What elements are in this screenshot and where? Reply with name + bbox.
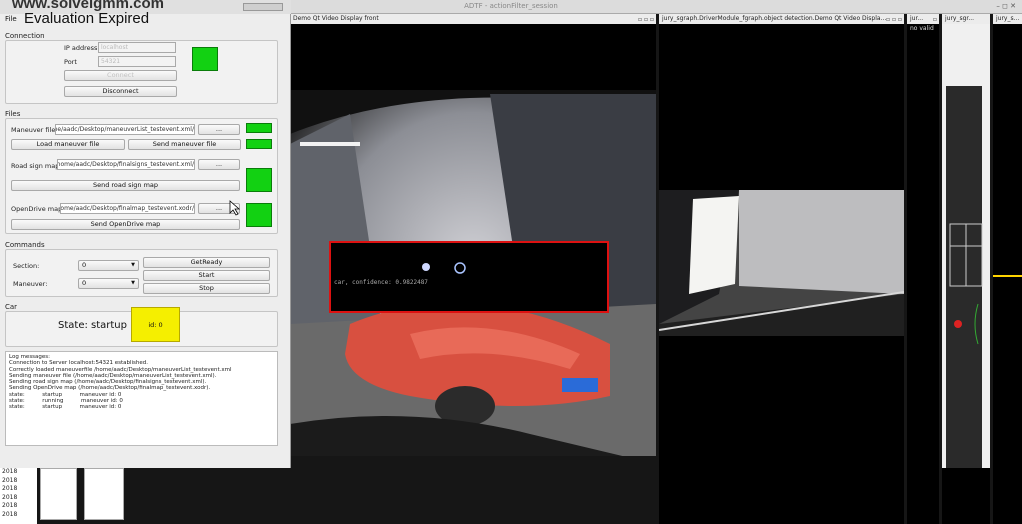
od-panel-title: jury_sgraph.DriverModule_fgraph.object d… xyxy=(662,15,887,22)
front-panel-title: Demo Qt Video Display front xyxy=(293,15,379,22)
start-button[interactable]: Start xyxy=(143,270,270,281)
maneuver-value: 0 xyxy=(82,279,87,287)
load-maneuver-button[interactable]: Load maneuver file xyxy=(11,139,125,150)
detection-label: car, confidence: 0.9822487 xyxy=(334,279,428,286)
stop-button[interactable]: Stop xyxy=(143,283,270,294)
tree-item[interactable]: 2018 xyxy=(0,477,37,486)
jury1-header: jur... ▫ xyxy=(907,14,939,24)
empty-list-1[interactable] xyxy=(40,468,77,520)
jury2-header: jury_sgr... xyxy=(942,14,990,24)
jury-panel-1: jur... ▫ no valid xyxy=(907,14,939,524)
window-buttons-icon[interactable]: – ◻ ✕ xyxy=(996,2,1016,10)
maneuver-sent-indicator xyxy=(246,139,272,149)
jury-control-window: www.solveigmm.com Evaluation Expired Fil… xyxy=(0,0,291,468)
files-group-label: Files xyxy=(5,110,21,118)
front-panel-header: Demo Qt Video Display front ▫ ▫ ▫ xyxy=(290,14,656,24)
send-opendrive-button[interactable]: Send OpenDrive map xyxy=(11,219,240,230)
jury1-title: jur... xyxy=(910,15,924,22)
connection-group-label: Connection xyxy=(5,32,45,40)
road-sign-input[interactable]: /home/aadc/Desktop/finalsigns_testevent.… xyxy=(57,159,195,170)
tree-item[interactable]: 2018 xyxy=(0,468,37,477)
jury3-image xyxy=(993,275,1022,277)
jury-panel-2: jury_sgr... xyxy=(942,14,990,524)
maneuver-file-input[interactable]: /home/aadc/Desktop/maneuverList_testeven… xyxy=(55,124,195,135)
session-tree[interactable]: 2018 2018 2018 2018 2018 2018 xyxy=(0,468,37,524)
section-label: Section: xyxy=(13,262,40,270)
jury1-status: no valid xyxy=(910,25,934,32)
ip-label: IP address xyxy=(64,44,98,52)
cursor-icon xyxy=(229,200,241,216)
commands-group-label: Commands xyxy=(5,241,45,249)
connection-status-indicator xyxy=(192,47,218,71)
port-label: Port xyxy=(64,58,77,66)
section-value: 0 xyxy=(82,261,87,269)
dropdown-arrow-icon: ▼ xyxy=(131,280,135,286)
log-line: state: startup maneuver id: 0 xyxy=(9,404,122,411)
section-select[interactable]: 0 ▼ xyxy=(78,260,139,271)
maneuver-label: Maneuver: xyxy=(13,280,48,288)
object-detection-panel: jury_sgraph.DriverModule_fgraph.object d… xyxy=(659,14,904,524)
panel-buttons-icon[interactable]: ▫ xyxy=(933,15,937,24)
maneuver-select[interactable]: 0 ▼ xyxy=(78,278,139,289)
log-messages[interactable]: Log messages: Connection to Server local… xyxy=(5,351,278,446)
car-group-label: Car xyxy=(5,303,18,311)
send-maneuver-button[interactable]: Send maneuver file xyxy=(128,139,241,150)
maneuver-browse-button[interactable]: ... xyxy=(198,124,240,135)
dropdown-arrow-icon: ▼ xyxy=(131,262,135,268)
window-buttons-icon[interactable] xyxy=(243,3,283,11)
send-road-sign-button[interactable]: Send road sign map xyxy=(11,180,240,191)
road-sign-status-indicator xyxy=(246,168,272,192)
road-sign-label: Road sign map xyxy=(11,162,60,170)
panel-buttons-icon[interactable]: ▫ ▫ ▫ xyxy=(638,15,654,24)
tree-item[interactable]: 2018 xyxy=(0,494,37,503)
od-camera-image xyxy=(659,190,904,336)
maneuver-status-indicator xyxy=(246,123,272,133)
evaluation-expired-title: Evaluation Expired xyxy=(24,10,150,27)
tree-item[interactable]: 2018 xyxy=(0,485,37,494)
jury3-header: jury_s... xyxy=(993,14,1022,24)
opendrive-input[interactable]: /home/aadc/Desktop/finalmap_testevent.xo… xyxy=(60,203,195,214)
menu-file[interactable]: File xyxy=(5,15,17,23)
opendrive-label: OpenDrive map xyxy=(11,205,63,213)
jury2-title: jury_sgr... xyxy=(945,15,975,22)
front-video-panel: Demo Qt Video Display front ▫ ▫ ▫ car, c… xyxy=(290,14,656,456)
maneuver-file-label: Maneuver file xyxy=(11,126,56,134)
empty-list-2[interactable] xyxy=(84,468,124,520)
connect-button[interactable]: Connect xyxy=(64,70,177,81)
opendrive-status-indicator xyxy=(246,203,272,227)
getready-button[interactable]: GetReady xyxy=(143,257,270,268)
maneuver-id-badge: id: 0 xyxy=(131,307,180,342)
tree-item[interactable]: 2018 xyxy=(0,511,37,520)
car-state-label: State: startup xyxy=(58,320,127,331)
jury-map-image xyxy=(942,24,990,468)
jury3-title: jury_s... xyxy=(996,15,1020,22)
road-sign-browse-button[interactable]: ... xyxy=(198,159,240,170)
od-panel-header: jury_sgraph.DriverModule_fgraph.object d… xyxy=(659,14,904,24)
ip-input[interactable]: localhost xyxy=(98,42,176,53)
panel-buttons-icon[interactable]: ▫ ▫ ▫ xyxy=(886,15,902,24)
front-camera-image: car, confidence: 0.9822487 xyxy=(290,90,656,456)
port-input[interactable]: 54321 xyxy=(98,56,176,67)
files-group xyxy=(5,118,278,234)
disconnect-button[interactable]: Disconnect xyxy=(64,86,177,97)
tree-item[interactable]: 2018 xyxy=(0,502,37,511)
jury-panel-3: jury_s... xyxy=(993,14,1022,524)
